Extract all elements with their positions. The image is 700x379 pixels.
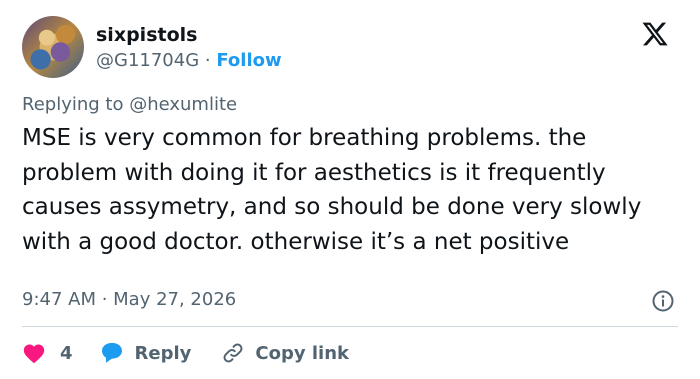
tweet-timestamp[interactable]: 9:47 AM · May 27, 2026 [22, 289, 236, 310]
reply-label: Reply [134, 342, 192, 364]
replying-to-prefix: Replying to [22, 94, 130, 115]
author-display-name[interactable]: sixpistols [96, 24, 197, 46]
info-icon[interactable] [651, 289, 675, 313]
author-handle[interactable]: @G11704G [96, 50, 199, 71]
like-count: 4 [60, 342, 73, 364]
x-logo-icon[interactable] [640, 20, 670, 48]
avatar[interactable] [22, 16, 84, 78]
reply-mention-link[interactable]: @hexumlite [129, 94, 237, 115]
follow-button[interactable]: Follow [216, 50, 281, 71]
link-icon [223, 343, 243, 363]
reply-button[interactable]: Reply [99, 341, 192, 365]
speech-bubble-icon [101, 343, 122, 363]
action-bar: 4 Reply Copy link [22, 338, 349, 368]
replying-to: Replying to @hexumlite [22, 94, 237, 115]
heart-icon [23, 344, 45, 364]
like-button[interactable]: 4 [22, 342, 73, 364]
copy-link-label: Copy link [255, 342, 349, 364]
divider [22, 326, 678, 327]
handle-separator: · [199, 50, 217, 71]
copy-link-button[interactable]: Copy link [221, 341, 349, 365]
tweet-text: MSE is very common for breathing problem… [22, 125, 642, 255]
author-handle-line: @G11704G · Follow [96, 50, 282, 71]
